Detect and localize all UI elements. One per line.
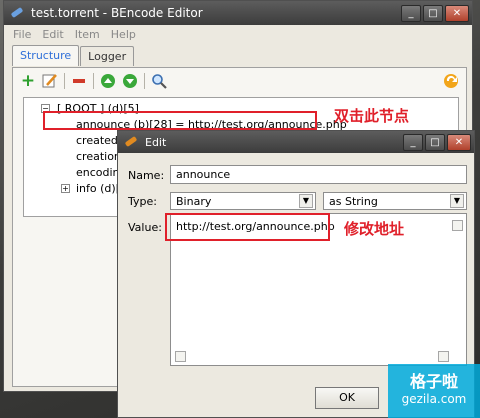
highlight-value-field <box>165 213 330 241</box>
highlight-announce-node <box>43 111 317 130</box>
annotation-double-click: 双击此节点 <box>334 107 410 125</box>
edit-icon[interactable] <box>42 73 58 89</box>
tab-strip: Structure Logger <box>4 44 472 66</box>
scrollbar-right-box[interactable] <box>438 351 449 362</box>
value-label: Value: <box>128 221 162 234</box>
close-button[interactable]: ✕ <box>445 4 469 22</box>
window-title: test.torrent - BEncode Editor <box>31 6 203 20</box>
dialog-title: Edit <box>145 135 167 149</box>
dialog-close-button[interactable]: ✕ <box>447 133 471 151</box>
format-select-value: as String <box>329 195 378 208</box>
toolbar: + <box>13 68 466 94</box>
edit-dialog-icon <box>124 135 138 149</box>
chevron-down-icon: ▼ <box>450 194 464 208</box>
dialog-minimize-button[interactable]: _ <box>403 133 423 151</box>
remove-icon[interactable] <box>71 73 87 89</box>
type-select-value: Binary <box>176 195 212 208</box>
scrollbar-left-box[interactable] <box>175 351 186 362</box>
title-bar: test.torrent - BEncode Editor _ □ ✕ <box>4 1 472 25</box>
app-icon <box>10 6 24 20</box>
refresh-icon[interactable] <box>442 73 458 89</box>
dialog-maximize-button[interactable]: □ <box>425 133 445 151</box>
menu-help[interactable]: Help <box>111 28 136 41</box>
name-label: Name: <box>128 169 165 182</box>
search-icon[interactable] <box>151 73 167 89</box>
move-up-icon[interactable] <box>100 73 116 89</box>
toolbar-separator <box>93 73 94 89</box>
annotation-modify-address: 修改地址 <box>344 220 405 238</box>
tree-expand-toggle[interactable]: + <box>61 184 70 193</box>
scrollbar-top-box[interactable] <box>452 220 463 231</box>
add-icon[interactable]: + <box>20 71 36 91</box>
menu-edit[interactable]: Edit <box>42 28 63 41</box>
menu-item[interactable]: Item <box>75 28 100 41</box>
move-down-icon[interactable] <box>122 73 138 89</box>
menu-file[interactable]: File <box>13 28 31 41</box>
tab-structure[interactable]: Structure <box>12 45 80 66</box>
type-label: Type: <box>128 195 157 208</box>
name-field[interactable]: announce <box>170 165 467 184</box>
minimize-button[interactable]: _ <box>401 4 421 22</box>
watermark-logo: 格子啦 gezila.com <box>388 364 480 418</box>
menu-bar: File Edit Item Help <box>4 25 472 44</box>
type-select[interactable]: Binary ▼ <box>170 192 316 210</box>
format-select[interactable]: as String ▼ <box>323 192 467 210</box>
dialog-title-bar: Edit _ □ ✕ <box>118 131 474 153</box>
toolbar-separator <box>64 73 65 89</box>
ok-button[interactable]: OK <box>315 387 379 409</box>
chevron-down-icon: ▼ <box>299 194 313 208</box>
tab-logger[interactable]: Logger <box>80 46 135 66</box>
maximize-button[interactable]: □ <box>423 4 443 22</box>
toolbar-separator <box>144 73 145 89</box>
